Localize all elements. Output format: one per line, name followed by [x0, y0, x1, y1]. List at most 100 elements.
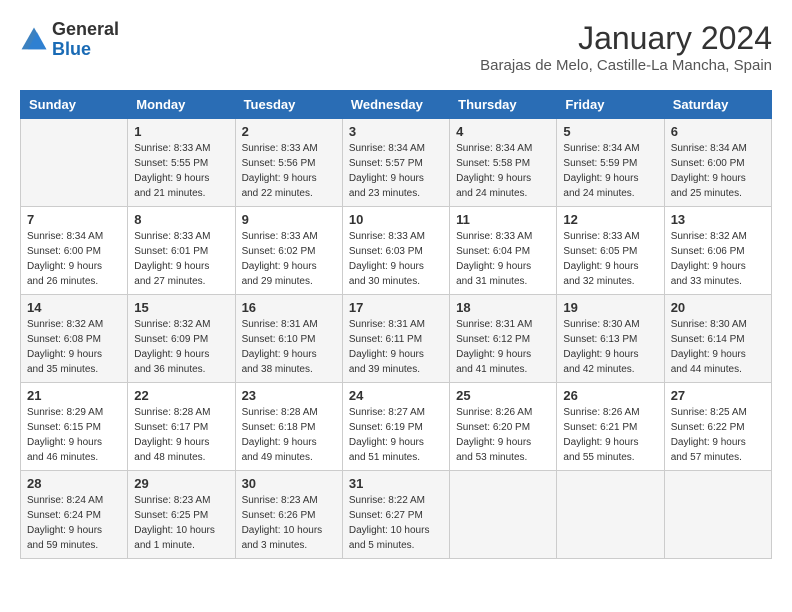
day-info: Sunrise: 8:25 AMSunset: 6:22 PMDaylight:…	[671, 405, 765, 465]
header-cell-wednesday: Wednesday	[342, 91, 449, 119]
logo-blue: Blue	[52, 39, 91, 59]
day-number: 7	[27, 212, 121, 227]
day-cell: 28 Sunrise: 8:24 AMSunset: 6:24 PMDayligh…	[21, 471, 128, 559]
day-cell: 25 Sunrise: 8:26 AMSunset: 6:20 PMDayligh…	[450, 383, 557, 471]
header-cell-friday: Friday	[557, 91, 664, 119]
day-info: Sunrise: 8:33 AMSunset: 5:55 PMDaylight:…	[134, 141, 228, 201]
day-cell: 16Sunrise: 8:31 AMSunset: 6:10 PMDayligh…	[235, 295, 342, 383]
day-info: Sunrise: 8:32 AMSunset: 6:06 PMDaylight:…	[671, 229, 765, 289]
day-number: 24	[349, 388, 443, 403]
day-number: 26	[563, 388, 657, 403]
day-cell	[557, 471, 664, 559]
day-cell: 10Sunrise: 8:33 AMSunset: 6:03 PMDayligh…	[342, 207, 449, 295]
day-cell: 12 Sunrise: 8:33 AMSunset: 6:05 PMDayligh…	[557, 207, 664, 295]
day-number: 28	[27, 476, 121, 491]
day-cell: 14Sunrise: 8:32 AMSunset: 6:08 PMDayligh…	[21, 295, 128, 383]
day-cell: 31 Sunrise: 8:22 AMSunset: 6:27 PMDayligh…	[342, 471, 449, 559]
day-cell: 8Sunrise: 8:33 AMSunset: 6:01 PMDaylight…	[128, 207, 235, 295]
day-info: Sunrise: 8:26 AMSunset: 6:20 PMDaylight:…	[456, 405, 550, 465]
week-row-2: 7Sunrise: 8:34 AMSunset: 6:00 PMDaylight…	[21, 207, 772, 295]
day-cell	[664, 471, 771, 559]
day-number: 17	[349, 300, 443, 315]
logo-text: General Blue	[52, 20, 119, 60]
day-cell: 17 Sunrise: 8:31 AMSunset: 6:11 PMDayligh…	[342, 295, 449, 383]
day-number: 30	[242, 476, 336, 491]
calendar-table: SundayMondayTuesdayWednesdayThursdayFrid…	[20, 90, 772, 559]
day-cell: 18 Sunrise: 8:31 AMSunset: 6:12 PMDayligh…	[450, 295, 557, 383]
day-info: Sunrise: 8:32 AMSunset: 6:08 PMDaylight:…	[27, 317, 121, 377]
week-row-4: 21 Sunrise: 8:29 AMSunset: 6:15 PMDayligh…	[21, 383, 772, 471]
day-number: 2	[242, 124, 336, 139]
day-info: Sunrise: 8:31 AMSunset: 6:11 PMDaylight:…	[349, 317, 443, 377]
week-row-3: 14Sunrise: 8:32 AMSunset: 6:08 PMDayligh…	[21, 295, 772, 383]
day-info: Sunrise: 8:34 AMSunset: 6:00 PMDaylight:…	[671, 141, 765, 201]
day-number: 12	[563, 212, 657, 227]
day-cell: 6 Sunrise: 8:34 AMSunset: 6:00 PMDaylight…	[664, 119, 771, 207]
day-cell: 22 Sunrise: 8:28 AMSunset: 6:17 PMDayligh…	[128, 383, 235, 471]
day-info: Sunrise: 8:22 AMSunset: 6:27 PMDaylight:…	[349, 493, 443, 553]
day-info: Sunrise: 8:24 AMSunset: 6:24 PMDaylight:…	[27, 493, 121, 553]
day-cell: 27 Sunrise: 8:25 AMSunset: 6:22 PMDayligh…	[664, 383, 771, 471]
day-number: 4	[456, 124, 550, 139]
logo-general: General	[52, 19, 119, 39]
day-cell: 15 Sunrise: 8:32 AMSunset: 6:09 PMDayligh…	[128, 295, 235, 383]
day-info: Sunrise: 8:33 AMSunset: 6:03 PMDaylight:…	[349, 229, 443, 289]
day-number: 23	[242, 388, 336, 403]
day-cell: 13 Sunrise: 8:32 AMSunset: 6:06 PMDayligh…	[664, 207, 771, 295]
day-cell: 7Sunrise: 8:34 AMSunset: 6:00 PMDaylight…	[21, 207, 128, 295]
day-info: Sunrise: 8:32 AMSunset: 6:09 PMDaylight:…	[134, 317, 228, 377]
day-number: 22	[134, 388, 228, 403]
day-info: Sunrise: 8:34 AMSunset: 5:58 PMDaylight:…	[456, 141, 550, 201]
day-cell: 21 Sunrise: 8:29 AMSunset: 6:15 PMDayligh…	[21, 383, 128, 471]
day-info: Sunrise: 8:30 AMSunset: 6:14 PMDaylight:…	[671, 317, 765, 377]
month-title: January 2024	[480, 20, 772, 57]
day-number: 9	[242, 212, 336, 227]
header-row: SundayMondayTuesdayWednesdayThursdayFrid…	[21, 91, 772, 119]
logo: General Blue	[20, 20, 119, 60]
header-cell-monday: Monday	[128, 91, 235, 119]
header-cell-tuesday: Tuesday	[235, 91, 342, 119]
day-number: 19	[563, 300, 657, 315]
day-info: Sunrise: 8:28 AMSunset: 6:17 PMDaylight:…	[134, 405, 228, 465]
day-number: 13	[671, 212, 765, 227]
day-number: 15	[134, 300, 228, 315]
day-number: 18	[456, 300, 550, 315]
day-cell	[450, 471, 557, 559]
day-info: Sunrise: 8:34 AMSunset: 5:59 PMDaylight:…	[563, 141, 657, 201]
day-cell: 26 Sunrise: 8:26 AMSunset: 6:21 PMDayligh…	[557, 383, 664, 471]
day-number: 8	[134, 212, 228, 227]
day-number: 25	[456, 388, 550, 403]
day-number: 1	[134, 124, 228, 139]
day-info: Sunrise: 8:26 AMSunset: 6:21 PMDaylight:…	[563, 405, 657, 465]
day-cell: 4 Sunrise: 8:34 AMSunset: 5:58 PMDaylight…	[450, 119, 557, 207]
day-info: Sunrise: 8:29 AMSunset: 6:15 PMDaylight:…	[27, 405, 121, 465]
day-cell: 20 Sunrise: 8:30 AMSunset: 6:14 PMDayligh…	[664, 295, 771, 383]
day-number: 21	[27, 388, 121, 403]
day-number: 11	[456, 212, 550, 227]
header-cell-thursday: Thursday	[450, 91, 557, 119]
day-number: 20	[671, 300, 765, 315]
day-cell: 5Sunrise: 8:34 AMSunset: 5:59 PMDaylight…	[557, 119, 664, 207]
day-cell: 30 Sunrise: 8:23 AMSunset: 6:26 PMDayligh…	[235, 471, 342, 559]
location-title: Barajas de Melo, Castille-La Mancha, Spa…	[480, 57, 772, 74]
day-info: Sunrise: 8:31 AMSunset: 6:12 PMDaylight:…	[456, 317, 550, 377]
day-cell: 3 Sunrise: 8:34 AMSunset: 5:57 PMDaylight…	[342, 119, 449, 207]
day-info: Sunrise: 8:33 AMSunset: 6:04 PMDaylight:…	[456, 229, 550, 289]
day-cell: 11 Sunrise: 8:33 AMSunset: 6:04 PMDayligh…	[450, 207, 557, 295]
day-info: Sunrise: 8:30 AMSunset: 6:13 PMDaylight:…	[563, 317, 657, 377]
day-number: 31	[349, 476, 443, 491]
day-number: 27	[671, 388, 765, 403]
day-number: 16	[242, 300, 336, 315]
day-cell: 2Sunrise: 8:33 AMSunset: 5:56 PMDaylight…	[235, 119, 342, 207]
day-number: 3	[349, 124, 443, 139]
week-row-1: 1 Sunrise: 8:33 AMSunset: 5:55 PMDaylight…	[21, 119, 772, 207]
day-cell: 24Sunrise: 8:27 AMSunset: 6:19 PMDayligh…	[342, 383, 449, 471]
day-info: Sunrise: 8:34 AMSunset: 5:57 PMDaylight:…	[349, 141, 443, 201]
header-cell-saturday: Saturday	[664, 91, 771, 119]
page-header: General Blue January 2024 Barajas de Mel…	[20, 20, 772, 74]
day-info: Sunrise: 8:23 AMSunset: 6:25 PMDaylight:…	[134, 493, 228, 553]
day-info: Sunrise: 8:33 AMSunset: 6:05 PMDaylight:…	[563, 229, 657, 289]
day-info: Sunrise: 8:23 AMSunset: 6:26 PMDaylight:…	[242, 493, 336, 553]
calendar-body: 1 Sunrise: 8:33 AMSunset: 5:55 PMDaylight…	[21, 119, 772, 559]
day-number: 6	[671, 124, 765, 139]
